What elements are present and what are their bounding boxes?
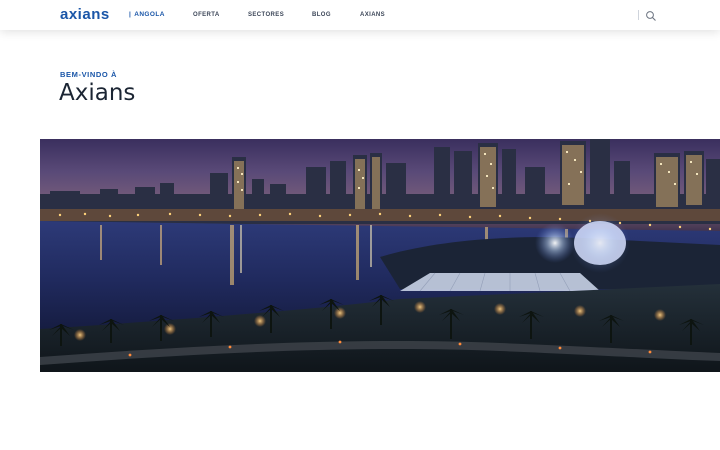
welcome-label: BEM-VINDO À: [60, 70, 118, 79]
nav-sectores[interactable]: SECTORES: [248, 12, 284, 18]
axians-logo[interactable]: axians: [60, 7, 110, 22]
nav-blog[interactable]: BLOG: [312, 12, 331, 18]
search-icon[interactable]: [645, 9, 657, 21]
hero-image-luanda-night-skyline: [40, 139, 720, 372]
nav-axians[interactable]: AXIANS: [360, 12, 385, 18]
site-header: axians | ANGOLA OFERTA SECTORES BLOG AXIA…: [0, 0, 720, 30]
nav-oferta[interactable]: OFERTA: [193, 12, 220, 18]
country-label: | ANGOLA: [129, 11, 165, 18]
page-title: Axians: [59, 80, 136, 106]
country-divider: |: [129, 11, 132, 18]
country-name: ANGOLA: [134, 11, 165, 18]
header-divider: [638, 10, 639, 20]
